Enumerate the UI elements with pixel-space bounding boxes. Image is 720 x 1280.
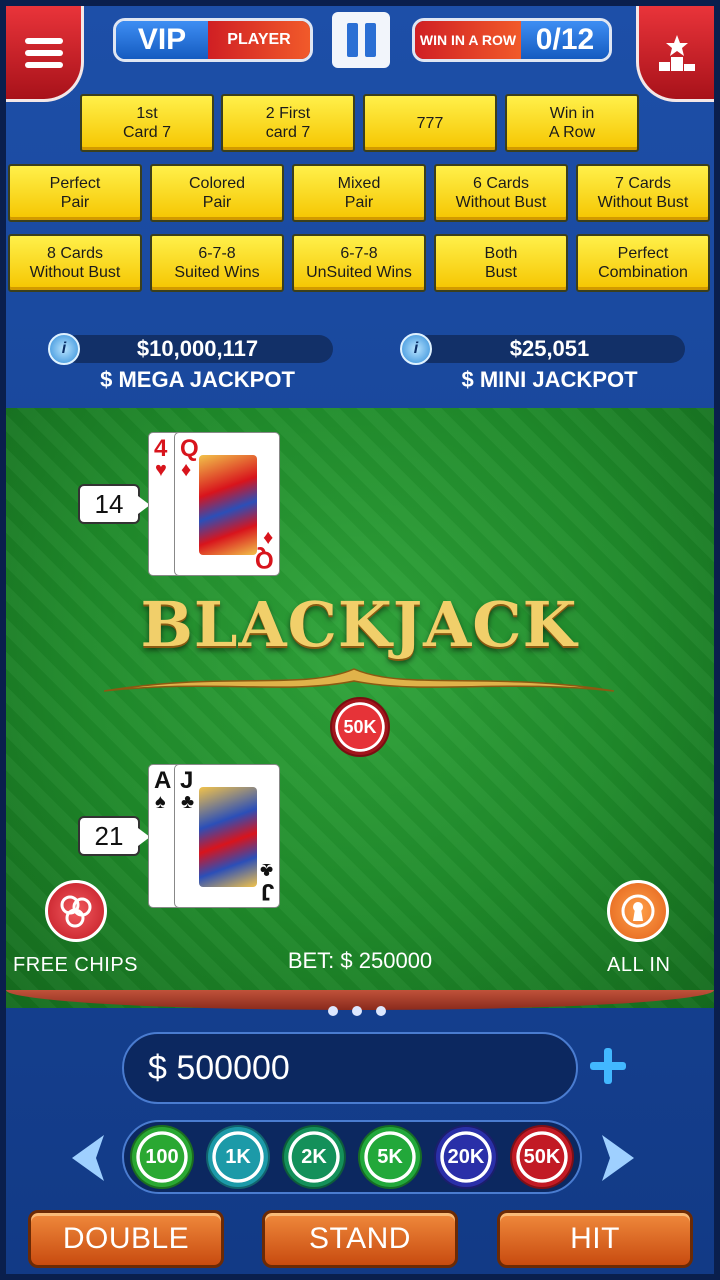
side-bet-678-unsuited[interactable]: 6-7-8 UnSuited Wins [292,234,426,292]
club-suit-icon: ♣ [181,791,195,813]
side-bet-678-suited[interactable]: 6-7-8 Suited Wins [150,234,284,292]
podium-star-icon [658,34,695,71]
current-bet-chip: 50K [330,697,390,757]
chevron-left-icon[interactable] [68,1133,108,1183]
player-score: 21 [78,816,150,856]
blackjack-logo: BLACKJACK [103,588,615,706]
side-bet-mixed-pair[interactable]: Mixed Pair [292,164,426,222]
stand-button[interactable]: STAND [262,1210,458,1268]
side-bet-perfect-combination[interactable]: Perfect Combination [576,234,710,292]
vip-label: VIP [116,21,208,59]
all-in-button[interactable] [607,880,669,942]
hamburger-icon [24,37,63,68]
free-chips-button[interactable] [45,880,107,942]
chip-2k[interactable]: 2K [282,1125,346,1189]
logo-flourish-icon [103,668,615,692]
info-coin-icon[interactable]: i [400,333,432,365]
pause-icon [346,23,358,57]
side-bet-perfect-pair[interactable]: Perfect Pair [8,164,142,222]
chip-100[interactable]: 100 [130,1125,194,1189]
jack-face-icon [199,787,257,887]
double-button[interactable]: DOUBLE [28,1210,224,1268]
chip-50k[interactable]: 50K [510,1125,574,1189]
mega-jackpot: $10,000,117 i $ MEGA JACKPOT [48,333,333,392]
diamond-suit-icon: ♦ [181,459,192,481]
keyhole-icon [621,894,655,928]
queen-face-icon [199,455,257,555]
all-in-label: ALL IN [607,954,671,976]
side-bet-6-cards[interactable]: 6 Cards Without Bust [434,164,568,222]
current-bet-text: BET: $ 250000 [287,948,433,973]
spade-suit-icon: ♠ [155,791,166,813]
player-label: PLAYER [208,21,310,59]
heart-suit-icon: ♥ [155,459,167,481]
dealer-score: 14 [78,484,150,524]
info-coin-icon[interactable]: i [48,333,80,365]
hit-button[interactable]: HIT [497,1210,693,1268]
win-streak-count: 0/12 [521,21,609,59]
side-bet-777[interactable]: 777 [363,94,497,152]
vip-status-badge: VIP PLAYER [113,18,313,62]
mini-jackpot-amount: $25,051 [414,335,685,363]
logo-text: BLACKJACK [140,588,578,661]
win-streak-badge: WIN IN A ROW 0/12 [412,18,612,62]
side-bet-7-cards[interactable]: 7 Cards Without Bust [576,164,710,222]
mini-jackpot-title: $ MINI JACKPOT [461,367,638,392]
menu-button[interactable] [6,6,84,102]
mega-jackpot-amount: $10,000,117 [62,335,333,363]
chevron-right-icon[interactable] [598,1133,638,1183]
page-indicator [328,1006,386,1016]
add-funds-button[interactable] [588,1046,628,1086]
chips-stack-icon [60,895,92,928]
side-bet-colored-pair[interactable]: Colored Pair [150,164,284,222]
side-bet-two-first-card-7[interactable]: 2 First card 7 [221,94,355,152]
chip-5k[interactable]: 5K [358,1125,422,1189]
mini-jackpot: $25,051 i $ MINI JACKPOT [400,333,685,392]
chip-1k[interactable]: 1K [206,1125,270,1189]
leaderboard-button[interactable] [636,6,714,102]
chip-20k[interactable]: 20K [434,1125,498,1189]
pause-button[interactable] [332,12,390,68]
mega-jackpot-title: $ MEGA JACKPOT [100,367,295,392]
player-card-2: J ♣ J ♣ [174,764,280,908]
dealer-card-2: Q ♦ Q ♦ [174,432,280,576]
balance-display: $ 500000 [122,1032,578,1104]
side-bet-both-bust[interactable]: Both Bust [434,234,568,292]
side-bet-win-in-a-row[interactable]: Win in A Row [505,94,639,152]
free-chips-label: FREE CHIPS [13,954,139,976]
side-bet-first-card-7[interactable]: 1st Card 7 [80,94,214,152]
win-streak-label: WIN IN A ROW [415,21,521,59]
side-bet-8-cards[interactable]: 8 Cards Without Bust [8,234,142,292]
